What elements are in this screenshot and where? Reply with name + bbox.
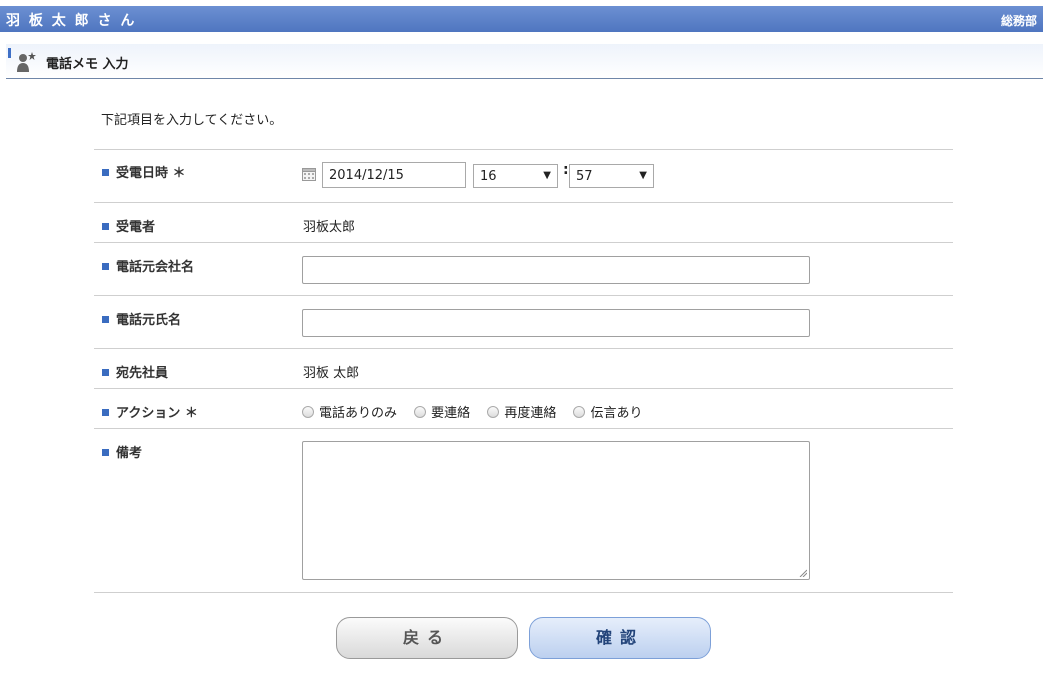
remarks-textarea[interactable] <box>302 441 810 580</box>
section-header: 電話メモ 入力 <box>6 44 1043 79</box>
action-option-contact-needed[interactable]: 要連絡 <box>414 402 470 421</box>
intro-text: 下記項目を入力してください。 <box>101 113 283 128</box>
dropdown-arrow-icon: ▼ <box>543 170 551 181</box>
label-marker <box>102 316 109 323</box>
received-datetime-label: 受電日時 ＊ <box>102 162 186 181</box>
confirm-button[interactable]: 確認 <box>529 617 711 659</box>
row-divider <box>94 242 953 243</box>
row-divider <box>94 388 953 389</box>
action-radio-group: 電話ありのみ 要連絡 再度連絡 伝言あり <box>302 402 655 421</box>
label-marker <box>102 263 109 270</box>
top-bar: 羽 板 太 郎 さ ん 総務部 <box>0 6 1043 32</box>
dropdown-arrow-icon: ▼ <box>639 170 647 181</box>
label-marker <box>102 223 109 230</box>
radio-button[interactable] <box>487 406 500 418</box>
time-separator: : <box>563 162 569 178</box>
caller-name-input[interactable] <box>302 309 810 337</box>
hour-select[interactable]: 16 ▼ <box>473 164 558 188</box>
minute-select[interactable]: 57 ▼ <box>569 164 654 188</box>
action-option-call-again[interactable]: 再度連絡 <box>487 402 556 421</box>
row-divider <box>94 592 953 593</box>
label-marker <box>102 369 109 376</box>
radio-button[interactable] <box>414 406 427 418</box>
calendar-icon[interactable] <box>302 167 316 181</box>
label-marker <box>102 169 109 176</box>
date-input[interactable] <box>322 162 466 188</box>
department-name: 総務部 <box>1000 14 1037 28</box>
row-divider <box>94 202 953 203</box>
section-marker <box>8 48 11 58</box>
action-option-call-only[interactable]: 電話ありのみ <box>302 402 397 421</box>
row-divider <box>94 295 953 296</box>
row-divider <box>94 428 953 429</box>
recipient-value: 羽板 太郎 <box>303 366 360 381</box>
caller-name-label: 電話元氏名 <box>102 309 181 328</box>
action-option-message[interactable]: 伝言あり <box>573 402 642 421</box>
resize-grip-icon[interactable] <box>799 569 807 577</box>
recipient-label: 宛先社員 <box>102 362 168 381</box>
radio-button[interactable] <box>302 406 314 418</box>
back-button[interactable]: 戻る <box>336 617 518 659</box>
row-divider <box>94 149 953 150</box>
remarks-label: 備考 <box>102 442 142 461</box>
row-divider <box>94 348 953 349</box>
radio-button[interactable] <box>573 406 586 418</box>
caller-company-label: 電話元会社名 <box>102 256 194 275</box>
page-title: 電話メモ 入力 <box>46 57 129 72</box>
label-marker <box>102 409 109 416</box>
action-label: アクション ＊ <box>102 402 198 421</box>
user-name: 羽 板 太 郎 さ ん <box>6 13 137 29</box>
receiver-value: 羽板太郎 <box>303 220 356 235</box>
label-marker <box>102 449 109 456</box>
receiver-label: 受電者 <box>102 216 155 235</box>
caller-company-input[interactable] <box>302 256 810 284</box>
person-star-icon <box>17 52 36 72</box>
